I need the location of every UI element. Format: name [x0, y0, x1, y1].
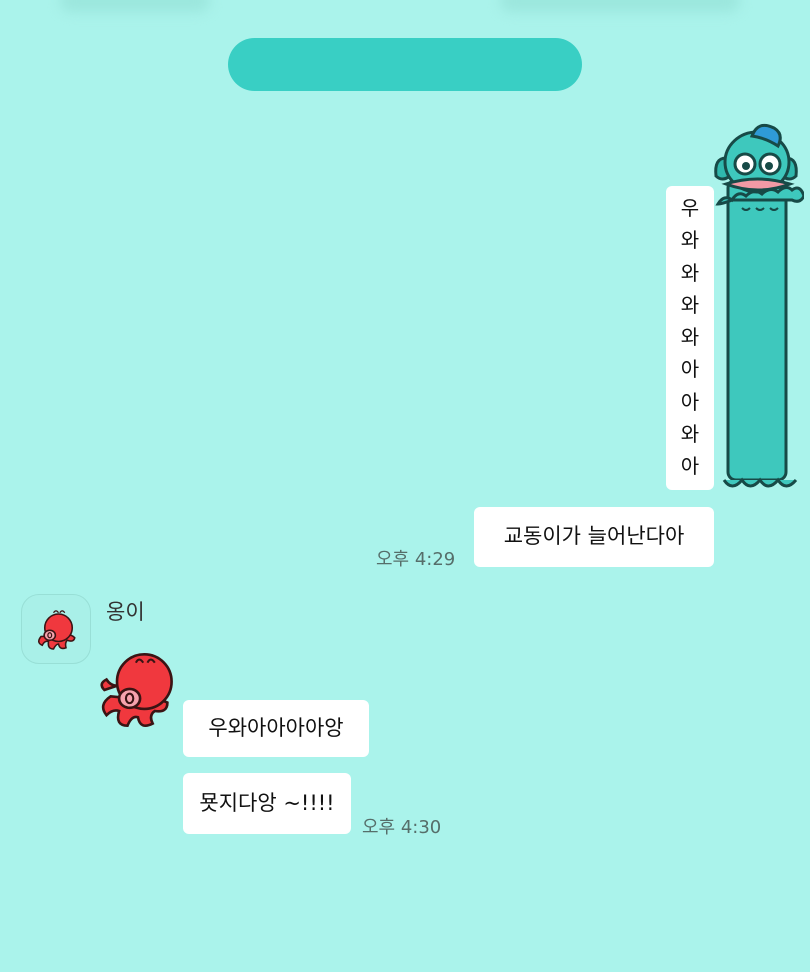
vertical-char: 와: [680, 325, 700, 349]
vertical-char: 우: [680, 196, 700, 220]
vertical-char: 와: [680, 260, 700, 285]
red-octopus-sticker-icon: [100, 652, 173, 728]
message-text: 묫지다앙 ~!!!!: [199, 790, 335, 815]
vertical-message-bubble[interactable]: 우 와 와 와 와 아 아 와 아: [666, 186, 714, 490]
incoming-message-bubble[interactable]: 우와아아아아앙: [183, 700, 369, 757]
message-time: 오후 4:29: [376, 549, 456, 570]
message-time: 오후 4:30: [362, 817, 442, 838]
vertical-char: 아: [680, 454, 700, 478]
red-octopus-avatar-icon: [38, 610, 76, 650]
incoming-message-bubble[interactable]: 묫지다앙 ~!!!!: [183, 773, 351, 834]
top-blur-left: [60, 0, 210, 12]
top-blur-right: [500, 0, 740, 12]
message-text: 교동이가 늘어난다아: [503, 524, 685, 549]
chat-header-pill: [228, 38, 582, 91]
sender-avatar[interactable]: [21, 594, 91, 664]
vertical-char: 아: [680, 357, 700, 382]
sender-name: 옹이: [106, 600, 145, 624]
fish-creature-sticker-icon: [714, 123, 804, 488]
vertical-char: 와: [680, 421, 700, 446]
vertical-char: 와: [680, 228, 700, 253]
vertical-char: 아: [680, 389, 700, 414]
outgoing-message-bubble[interactable]: 교동이가 늘어난다아: [474, 507, 714, 567]
message-text: 우와아아아아앙: [208, 715, 344, 740]
vertical-char: 와: [680, 292, 700, 317]
